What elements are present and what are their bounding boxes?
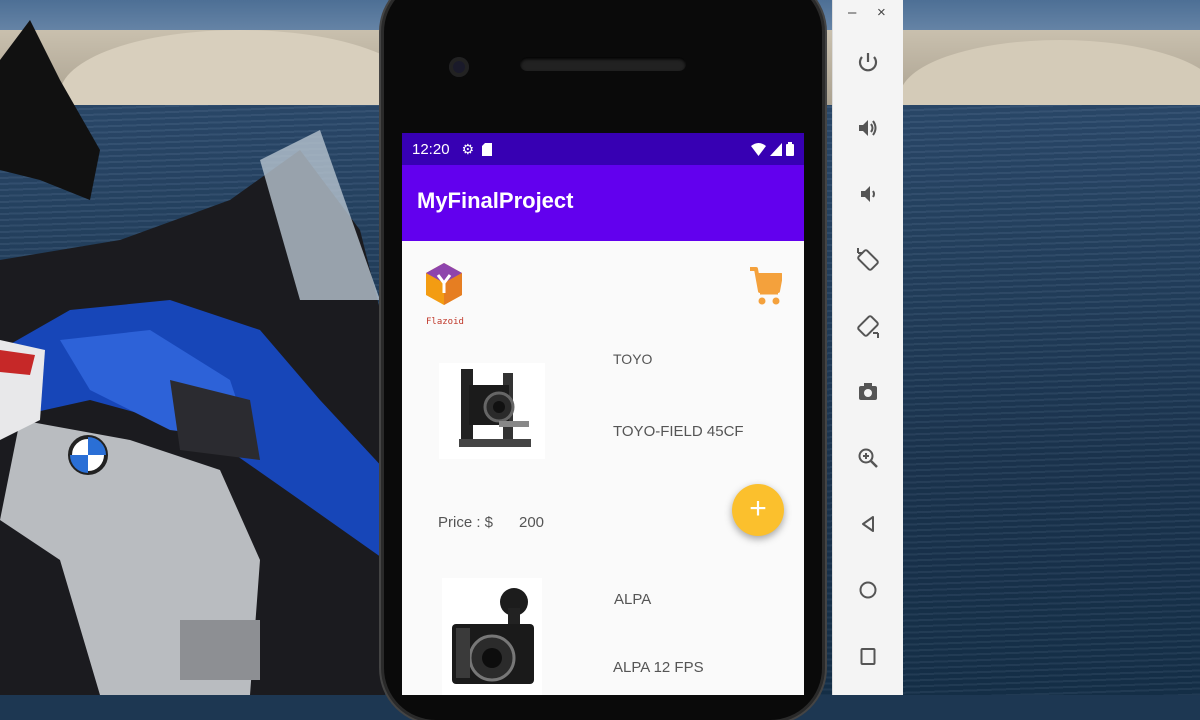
phone-screen: 12:20 ⚙ MyFinalProject Flazoid TOYO TOYO… — [402, 133, 804, 695]
status-bar: 12:20 ⚙ — [402, 133, 804, 165]
app-title: MyFinalProject — [417, 188, 574, 213]
product-list[interactable]: Flazoid TOYO TOYO-FIELD 45CF Price : $ 2… — [402, 241, 804, 695]
price-label: Price : $ — [438, 514, 494, 531]
product-model: ALPA 12 FPS — [613, 659, 704, 676]
zoom-icon[interactable] — [851, 441, 885, 475]
product-brand: TOYO — [613, 351, 653, 367]
product-brand: ALPA — [614, 591, 652, 608]
rotate-right-icon[interactable] — [851, 309, 885, 343]
overview-icon[interactable] — [851, 639, 885, 673]
power-icon[interactable] — [851, 46, 885, 80]
product-model: TOYO-FIELD 45CF — [613, 423, 744, 440]
logo-text: Flazoid — [426, 317, 464, 327]
back-icon[interactable] — [851, 507, 885, 541]
signal-icon — [770, 142, 782, 156]
sd-card-icon — [482, 142, 493, 156]
wifi-icon — [751, 142, 766, 156]
phone-speaker — [520, 57, 686, 71]
settings-icon: ⚙ — [461, 140, 475, 157]
rotate-left-icon[interactable] — [851, 243, 885, 277]
volume-up-icon[interactable] — [851, 111, 885, 145]
minimize-button[interactable]: – — [848, 4, 856, 21]
emulator-toolbar: – × — [832, 0, 903, 695]
home-icon[interactable] — [851, 573, 885, 607]
medium-format-camera-icon — [452, 588, 534, 684]
battery-icon — [786, 142, 794, 156]
motorcycle-image — [0, 20, 385, 695]
close-button[interactable]: × — [877, 4, 886, 21]
flazoid-logo-icon — [426, 263, 462, 305]
camera-icon[interactable] — [851, 375, 885, 409]
large-format-camera-icon — [459, 369, 531, 447]
product-image[interactable] — [439, 363, 545, 459]
add-fab-button[interactable]: + — [732, 484, 784, 536]
cart-icon[interactable] — [748, 263, 782, 309]
product-price: 200 — [519, 514, 545, 531]
product-image[interactable] — [442, 578, 542, 695]
status-time: 12:20 — [412, 140, 450, 158]
app-bar: MyFinalProject — [402, 165, 804, 241]
front-camera — [449, 57, 469, 77]
volume-down-icon[interactable] — [851, 177, 885, 211]
